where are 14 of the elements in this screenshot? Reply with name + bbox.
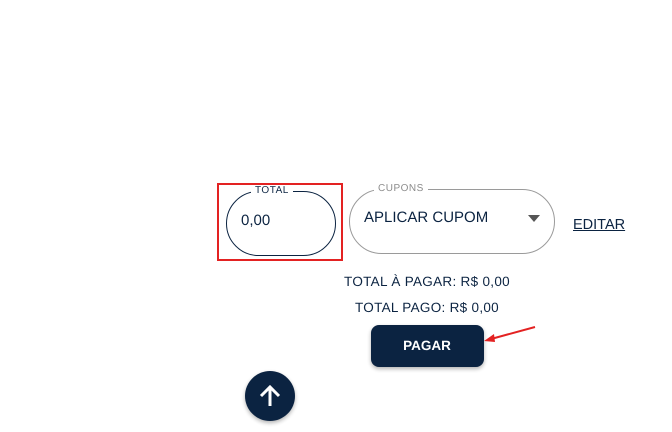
annotation-arrow [483, 326, 537, 344]
pay-button[interactable]: PAGAR [370, 325, 484, 367]
scroll-top-button[interactable] [245, 371, 295, 421]
arrow-up-icon [258, 384, 282, 408]
select-value: APLICAR CUPOM [364, 208, 488, 228]
field-label: CUPONS [377, 184, 425, 194]
coupon-select[interactable]: CUPONS APLICAR CUPOM [349, 184, 555, 254]
edit-link[interactable]: EDITAR [573, 215, 626, 237]
total-field[interactable]: TOTAL 0,00 [226, 186, 336, 256]
caret-icon [528, 214, 540, 222]
total-text: TOTAL PAGO: R$ 0,00 [354, 299, 499, 317]
input-field[interactable]: 0,00 [241, 210, 319, 232]
total-text: TOTAL À PAGAR: R$ 0,00 [344, 273, 510, 291]
field-label: TOTAL [254, 186, 290, 196]
